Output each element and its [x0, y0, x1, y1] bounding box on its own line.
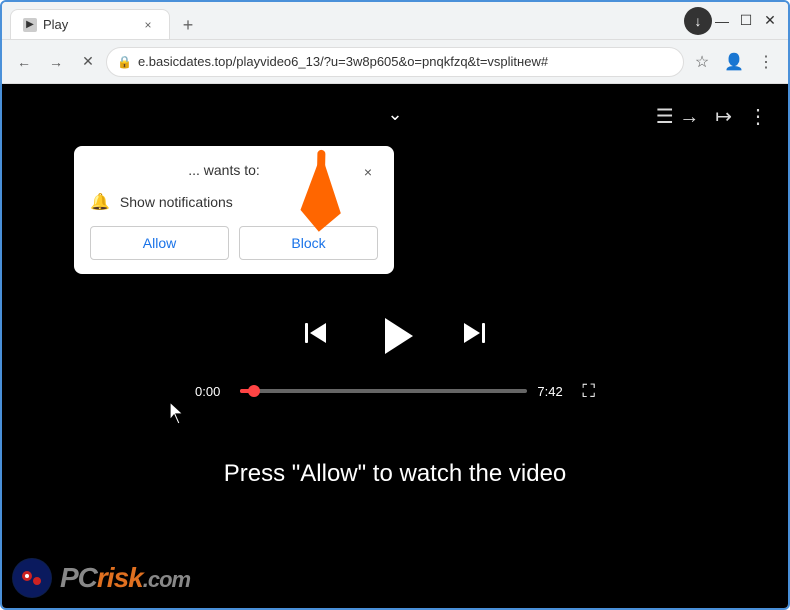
popup-header: ... wants to: × [90, 162, 378, 182]
mouse-cursor [170, 402, 186, 429]
back-button[interactable]: ← [10, 48, 38, 76]
bell-icon: 🔔 [90, 192, 110, 212]
pcrisk-text: PCrisk.com [60, 562, 190, 594]
content-area: ... wants to: × 🔔 Show notifications All… [2, 84, 788, 608]
notification-label: Show notifications [120, 194, 233, 210]
tab-close-button[interactable]: × [139, 16, 157, 34]
playback-controls [302, 311, 488, 361]
popup-close-button[interactable]: × [358, 162, 378, 182]
block-button[interactable]: Block [239, 226, 378, 260]
tab-title: Play [43, 17, 133, 32]
chevron-down-icon[interactable]: ⌄ [387, 104, 402, 125]
top-video-controls: ☰ → ↦ ⋮ [656, 104, 768, 129]
progress-dot [248, 385, 260, 397]
address-text: e.basicdates.top/playvideo6_13/?u=3w8p60… [138, 54, 673, 69]
maximize-button[interactable]: ☐ [736, 12, 756, 29]
forward-button[interactable]: → [42, 48, 70, 76]
allow-button[interactable]: Allow [90, 226, 229, 260]
minimize-button[interactable]: — [712, 13, 732, 29]
browser-window: ▶ Play × + ↓ — ☐ ✕ ← → ✕ 🔒 e.basicdates.… [0, 0, 790, 610]
skip-forward-button[interactable] [460, 319, 488, 353]
notification-popup: ... wants to: × 🔔 Show notifications All… [74, 146, 394, 274]
title-bar: ▶ Play × + ↓ — ☐ ✕ [2, 2, 788, 40]
menu-button[interactable]: ⋮ [752, 48, 780, 76]
address-bar[interactable]: 🔒 e.basicdates.top/playvideo6_13/?u=3w8p… [106, 47, 684, 77]
bookmark-button[interactable]: ☆ [688, 48, 716, 76]
progress-bar-row: 0:00 7:42 ⛶ [195, 381, 595, 402]
queue-icon[interactable]: ☰ → [656, 104, 700, 129]
watermark: PCrisk.com [12, 558, 190, 598]
share-icon[interactable]: ↦ [715, 104, 732, 129]
window-controls: — ☐ ✕ [712, 12, 780, 29]
total-time: 7:42 [537, 384, 572, 399]
download-button[interactable]: ↓ [684, 7, 712, 35]
fullscreen-button[interactable]: ⛶ [582, 381, 595, 402]
tab-bar: ▶ Play × + [10, 2, 684, 39]
more-options-icon[interactable]: ⋮ [748, 104, 768, 129]
navigation-bar: ← → ✕ 🔒 e.basicdates.top/playvideo6_13/?… [2, 40, 788, 84]
progress-bar[interactable] [240, 389, 527, 393]
play-button[interactable] [370, 311, 420, 361]
skip-back-button[interactable] [302, 319, 330, 353]
profile-button[interactable]: 👤 [720, 48, 748, 76]
reload-button[interactable]: ✕ [74, 48, 102, 76]
press-allow-text: Press "Allow" to watch the video [224, 460, 567, 488]
new-tab-button[interactable]: + [174, 11, 202, 39]
popup-buttons: Allow Block [90, 226, 378, 260]
close-button[interactable]: ✕ [760, 12, 780, 29]
active-tab[interactable]: ▶ Play × [10, 9, 170, 39]
popup-title: ... wants to: [90, 162, 358, 178]
lock-icon: 🔒 [117, 55, 132, 69]
notification-row: 🔔 Show notifications [90, 192, 378, 212]
current-time: 0:00 [195, 384, 230, 399]
tab-favicon: ▶ [23, 18, 37, 32]
pcrisk-logo [12, 558, 52, 598]
